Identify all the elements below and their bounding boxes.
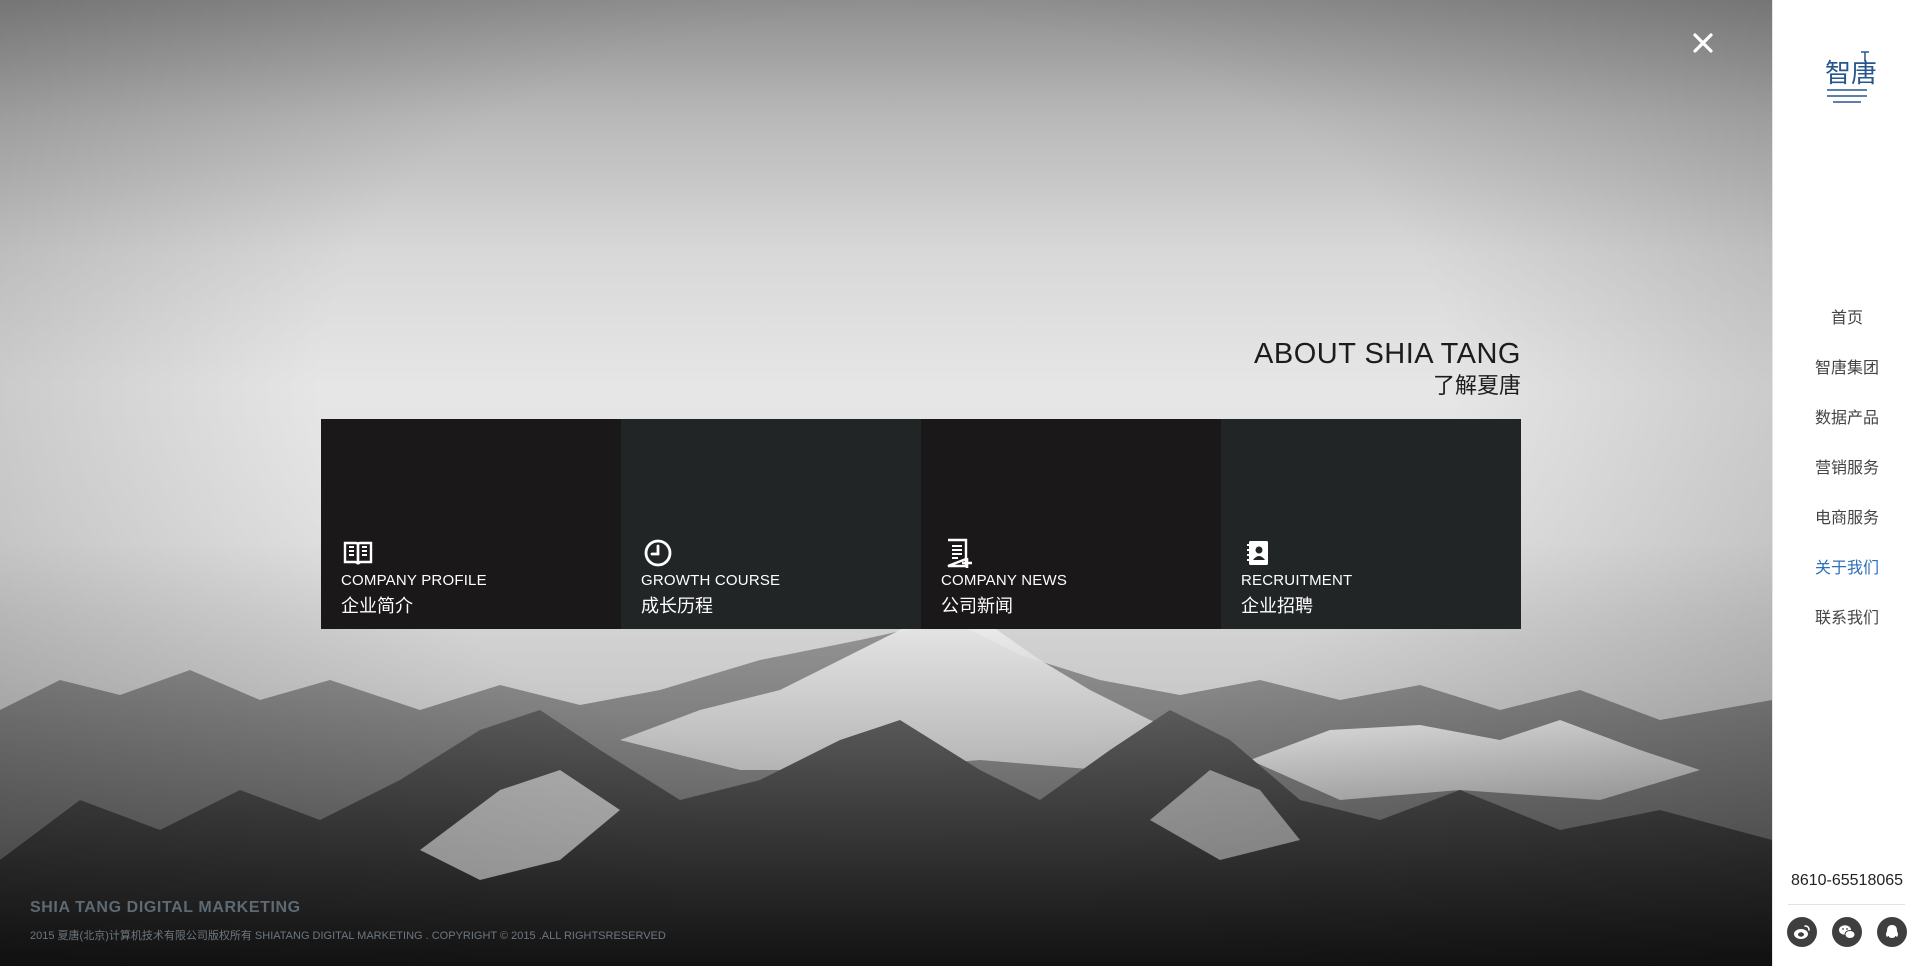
tile-label-cn: 企业招聘 <box>1241 596 1313 616</box>
tile-label-en: COMPANY PROFILE <box>341 572 487 589</box>
weibo-icon <box>1794 925 1810 939</box>
tile-recruitment[interactable]: RECRUITMENT 企业招聘 <box>1221 419 1521 629</box>
wechat-icon <box>1839 925 1856 939</box>
tile-label-cn: 企业简介 <box>341 596 413 616</box>
tile-growth-course[interactable]: GROWTH COURSE 成长历程 <box>621 419 921 629</box>
tile-label-en: GROWTH COURSE <box>641 572 781 589</box>
nav-item-marketing[interactable]: 营销服务 <box>1773 455 1920 505</box>
nav-item-about[interactable]: 关于我们 <box>1773 555 1920 605</box>
nav-item-group[interactable]: 智唐集团 <box>1773 355 1920 405</box>
divider <box>1788 904 1905 905</box>
right-sidebar: 智唐 首页 智唐集团 数据产品 营销服务 电商服务 关于我们 联系我们 8610… <box>1772 0 1920 966</box>
section-title-cn: 了解夏唐 <box>1432 373 1521 398</box>
close-icon <box>1693 33 1713 53</box>
tile-label-en: COMPANY NEWS <box>941 572 1068 589</box>
nav-item-ecommerce[interactable]: 电商服务 <box>1773 505 1920 555</box>
phone-number: 8610-65518065 <box>1790 872 1904 889</box>
main-nav: 首页 智唐集团 数据产品 营销服务 电商服务 关于我们 联系我们 <box>1773 305 1920 655</box>
news-document-icon <box>942 537 974 569</box>
logo-icon: 智唐 <box>1825 51 1877 103</box>
close-button[interactable] <box>1688 28 1718 58</box>
section-title: ABOUT SHIA TANG 了解夏唐 <box>1254 336 1521 400</box>
background-stage: ABOUT SHIA TANG 了解夏唐 COMPANY PROFILE 企业简… <box>0 0 1772 966</box>
wechat-button[interactable] <box>1832 917 1862 947</box>
tile-label-en: RECRUITMENT <box>1241 572 1353 589</box>
clock-icon <box>642 537 674 569</box>
tile-label-cn: 成长历程 <box>641 596 713 616</box>
social-links <box>1787 917 1907 947</box>
brand-logo[interactable]: 智唐 <box>1817 44 1877 116</box>
nav-item-data-products[interactable]: 数据产品 <box>1773 405 1920 455</box>
nav-item-home[interactable]: 首页 <box>1773 305 1920 355</box>
tile-company-profile[interactable]: COMPANY PROFILE 企业简介 <box>321 419 621 629</box>
footer-brand: SHIA TANG DIGITAL MARKETING <box>30 899 301 916</box>
contact-book-icon <box>1242 537 1274 569</box>
weibo-button[interactable] <box>1787 917 1817 947</box>
qq-button[interactable] <box>1877 917 1907 947</box>
section-title-en: ABOUT SHIA TANG <box>1254 338 1521 370</box>
qq-icon <box>1886 925 1898 938</box>
tile-label-cn: 公司新闻 <box>941 596 1013 616</box>
logo-text: 智唐 <box>1825 59 1877 89</box>
book-icon <box>342 537 374 569</box>
about-tiles: COMPANY PROFILE 企业简介 GROWTH COURSE 成长历程 <box>321 419 1522 629</box>
nav-item-contact[interactable]: 联系我们 <box>1773 605 1920 655</box>
footer-copyright: 2015 夏唐(北京)计算机技术有限公司版权所有 SHIATANG DIGITA… <box>30 930 666 942</box>
tile-company-news[interactable]: COMPANY NEWS 公司新闻 <box>921 419 1221 629</box>
